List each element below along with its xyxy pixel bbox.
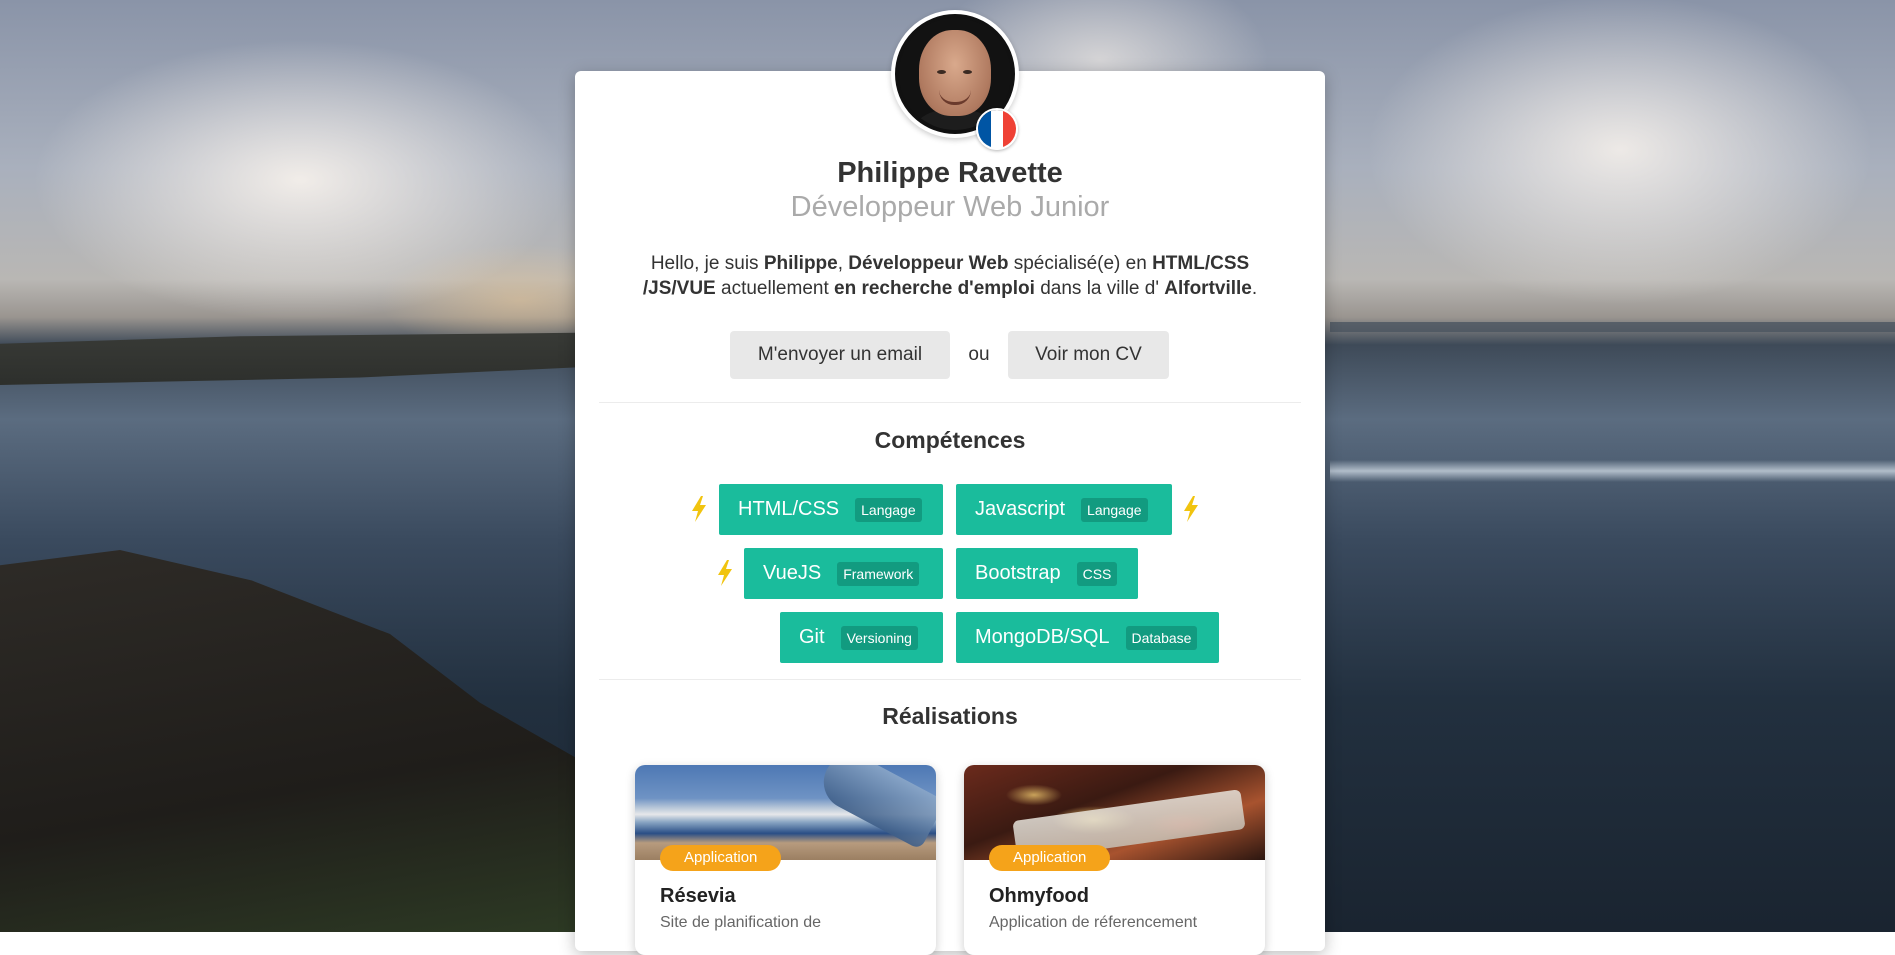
projects-title: Réalisations [882, 703, 1018, 729]
project-badge: Application [660, 845, 782, 871]
skill-tag: Langage [855, 497, 922, 522]
skills-title: Compétences [874, 427, 1026, 453]
project-card-ohmyfood[interactable]: Application Ohmyfood Application de réfe… [964, 765, 1265, 955]
skill-name: VueJS [763, 562, 822, 584]
skill-tag: CSS [1076, 561, 1118, 586]
intro-search: en recherche d'emploi [834, 278, 1035, 299]
project-description: Application de réferencement [989, 914, 1198, 931]
skill-name: HTML/CSS [738, 498, 840, 520]
intro-part: dans la ville d' [1034, 278, 1165, 299]
skill-tag: Framework [837, 561, 920, 586]
intro-part: , [837, 253, 849, 274]
intro-part: spécialisé(e) en [1008, 253, 1153, 274]
skill-name: Git [799, 626, 825, 648]
project-badge: Application [989, 845, 1111, 871]
divider [599, 402, 1301, 403]
skill-javascript[interactable]: Javascript Langage [956, 484, 1172, 535]
skill-name: MongoDB/SQL [975, 626, 1110, 648]
bolt-icon [1184, 496, 1198, 522]
skill-tag: Versioning [840, 625, 918, 650]
intro-part: . [1251, 278, 1258, 299]
bolt-icon [718, 560, 732, 586]
project-card-resevia[interactable]: Application Résevia Site de planificatio… [635, 765, 936, 955]
bolt-icon [692, 496, 706, 522]
skill-tag: Langage [1081, 497, 1148, 522]
skill-git[interactable]: Git Versioning [780, 612, 943, 663]
project-title: Ohmyfood [989, 885, 1089, 907]
email-button[interactable]: M'envoyer un email [730, 331, 950, 379]
skill-bootstrap[interactable]: Bootstrap CSS [956, 548, 1138, 599]
background-horizon [1330, 322, 1895, 332]
intro-name: Philippe [763, 253, 838, 274]
france-flag-icon [976, 108, 1018, 150]
intro-text: Hello, je suis Philippe, Développeur Web… [620, 251, 1280, 301]
skill-tag: Database [1125, 625, 1198, 650]
cv-button[interactable]: Voir mon CV [1008, 331, 1169, 379]
skill-name: Javascript [975, 498, 1066, 520]
profile-name: Philippe Ravette [837, 157, 1063, 189]
intro-part: actuellement [715, 278, 835, 299]
or-label: ou [968, 344, 990, 365]
skill-vuejs[interactable]: VueJS Framework [744, 548, 943, 599]
skill-html-css[interactable]: HTML/CSS Langage [719, 484, 943, 535]
skill-mongodb-sql[interactable]: MongoDB/SQL Database [956, 612, 1219, 663]
project-description: Site de planification de [660, 914, 821, 931]
profile-role: Développeur Web Junior [790, 191, 1110, 223]
background-wave [1330, 460, 1895, 482]
intro-title: Développeur Web [848, 253, 1009, 274]
intro-city: Alfortville [1164, 278, 1252, 299]
project-title: Résevia [660, 885, 736, 907]
divider [599, 679, 1301, 680]
intro-part: Hello, je suis [650, 253, 764, 274]
skill-name: Bootstrap [975, 562, 1061, 584]
